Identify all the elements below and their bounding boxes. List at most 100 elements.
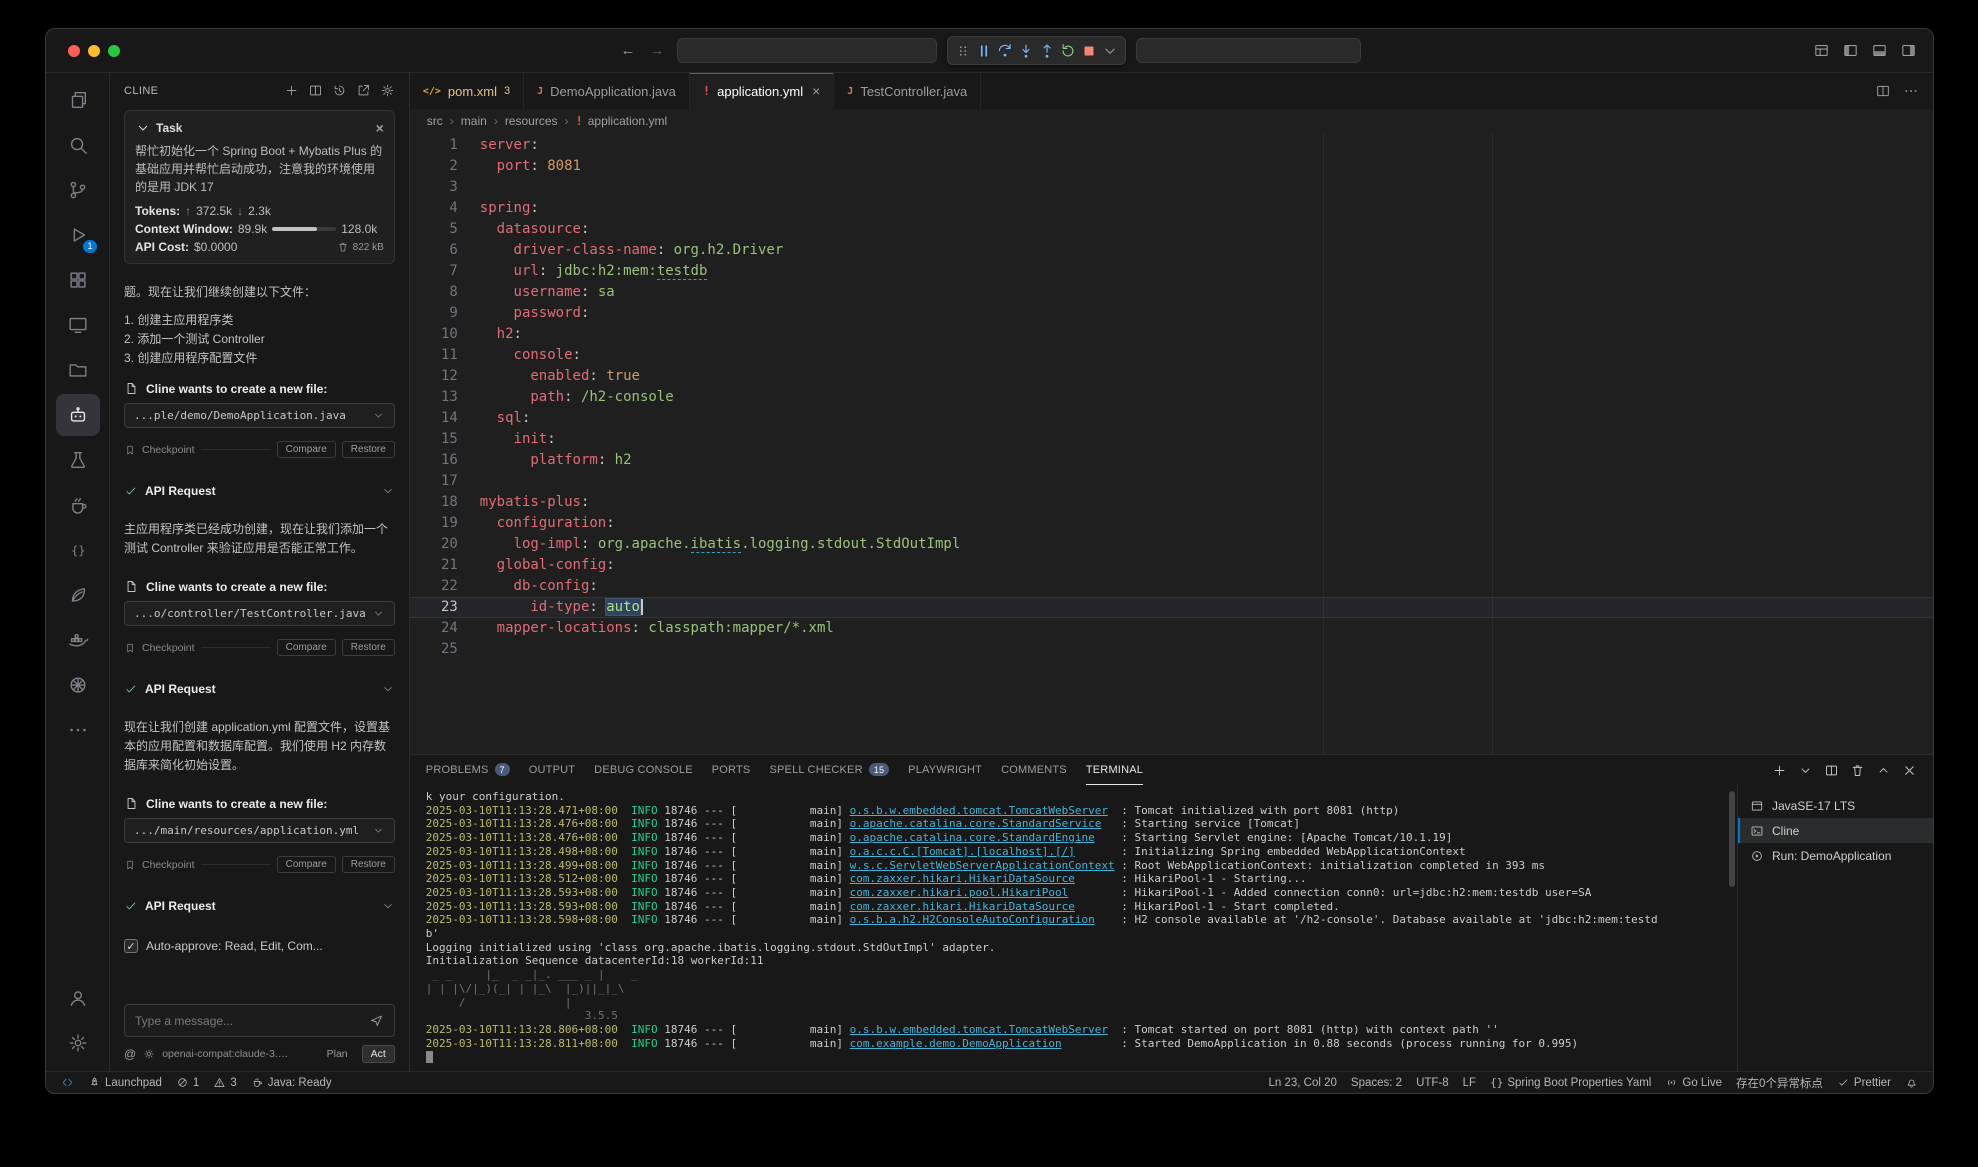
layout-panel-icon[interactable] (1871, 42, 1888, 59)
tab-pom.xml[interactable]: </>pom.xml3 (410, 73, 524, 109)
activity-item-explorer[interactable] (56, 79, 100, 121)
status-prettier[interactable]: Prettier (1830, 1072, 1898, 1093)
breadcrumb-item[interactable]: resources (505, 114, 558, 128)
activity-item-remote-explorer[interactable] (56, 304, 100, 346)
auto-approve-checkbox[interactable]: ✓ (124, 939, 138, 953)
restore-button[interactable]: Restore (342, 639, 395, 656)
history-icon[interactable] (332, 83, 347, 98)
debug-pause-button[interactable] (975, 42, 993, 60)
code-line[interactable]: 9 password: (410, 303, 1933, 324)
status-java-status[interactable]: Java: Ready (244, 1072, 339, 1093)
code-line[interactable]: 13 path: /h2-console (410, 387, 1933, 408)
panel-tab-debug-console[interactable]: DEBUG CONSOLE (594, 755, 693, 785)
activity-item-testing[interactable] (56, 439, 100, 481)
code-line[interactable]: 6 driver-class-name: org.h2.Driver (410, 240, 1933, 261)
layout-icon[interactable] (308, 83, 323, 98)
zoom-window-button[interactable] (108, 45, 120, 57)
activity-item-file-explorer[interactable] (56, 349, 100, 391)
act-mode-button[interactable]: Act (362, 1045, 395, 1063)
activity-item-docker[interactable] (56, 619, 100, 661)
navigate-forward-button[interactable]: → (648, 42, 667, 59)
terminal-instance-javase-17-lts[interactable]: JavaSE-17 LTS (1738, 793, 1933, 818)
status-eol[interactable]: LF (1456, 1072, 1483, 1093)
tab-DemoApplication.java[interactable]: JDemoApplication.java (524, 73, 690, 109)
terminal-output[interactable]: k your configuration.2025-03-10T11:13:28… (410, 785, 1727, 1071)
breadcrumb-item[interactable]: main (461, 114, 487, 128)
status-language-mode[interactable]: {}Spring Boot Properties Yaml (1483, 1072, 1658, 1093)
model-selector[interactable]: openai-compat:claude-3.5... (162, 1048, 292, 1060)
gear-icon[interactable] (143, 1048, 155, 1060)
code-line[interactable]: 14 sql: (410, 408, 1933, 429)
debug-step-into-button[interactable] (1017, 42, 1035, 60)
settings-icon[interactable] (380, 83, 395, 98)
compare-button[interactable]: Compare (277, 856, 336, 873)
customize-layout-icon[interactable] (1813, 42, 1830, 59)
plan-mode-button[interactable]: Plan (320, 1046, 355, 1062)
panel-tab-problems[interactable]: PROBLEMS7 (426, 755, 510, 785)
task-close-icon[interactable]: × (376, 120, 384, 136)
split-editor-icon[interactable] (1875, 83, 1891, 99)
code-line[interactable]: 24 mapper-locations: classpath:mapper/*.… (410, 618, 1933, 639)
activity-item-account[interactable] (56, 977, 100, 1019)
status-encoding[interactable]: UTF-8 (1409, 1072, 1456, 1093)
activity-item-settings[interactable] (56, 1022, 100, 1064)
maximize-panel-button[interactable] (1876, 763, 1891, 778)
close-panel-button[interactable] (1902, 763, 1917, 778)
activity-item-search[interactable] (56, 124, 100, 166)
activity-item-more[interactable] (56, 709, 100, 751)
file-path-dropdown[interactable]: ...o/controller/TestController.java (124, 601, 395, 626)
activity-item-extensions[interactable] (56, 259, 100, 301)
terminal-instance-cline[interactable]: Cline (1738, 818, 1933, 843)
close-tab-icon[interactable]: × (812, 83, 820, 99)
file-path-dropdown[interactable]: .../main/resources/application.yml (124, 818, 395, 843)
command-center-secondary[interactable] (1136, 38, 1361, 63)
code-line[interactable]: 19 configuration: (410, 513, 1933, 534)
code-line[interactable]: 16 platform: h2 (410, 450, 1933, 471)
editor[interactable]: 1server:2 port: 808134spring:5 datasourc… (410, 133, 1933, 754)
debug-drag-handle[interactable] (954, 42, 972, 60)
code-line[interactable]: 21 global-config: (410, 555, 1933, 576)
breadcrumb-item[interactable]: src (427, 114, 443, 128)
activity-item-json[interactable]: {} (56, 529, 100, 571)
code-line[interactable]: 7 url: jdbc:h2:mem:testdb (410, 261, 1933, 282)
close-window-button[interactable] (68, 45, 80, 57)
panel-tab-comments[interactable]: COMMENTS (1001, 755, 1067, 785)
status-errors[interactable]: 1 (169, 1072, 206, 1093)
code-line[interactable]: 4spring: (410, 198, 1933, 219)
code-line[interactable]: 5 datasource: (410, 219, 1933, 240)
new-terminal-button[interactable] (1772, 763, 1787, 778)
code-line[interactable]: 20 log-impl: org.apache.ibatis.logging.s… (410, 534, 1933, 555)
kill-terminal-button[interactable] (1850, 763, 1865, 778)
status-launchpad[interactable]: Launchpad (81, 1072, 169, 1093)
activity-item-spring-boot[interactable] (56, 574, 100, 616)
status-pangu-checker[interactable]: 存在0个异常标点 (1729, 1072, 1830, 1093)
panel-tab-playwright[interactable]: PLAYWRIGHT (908, 755, 982, 785)
activity-item-run-debug[interactable]: 1 (56, 214, 100, 256)
status-notifications[interactable] (1898, 1072, 1925, 1093)
code-line[interactable]: 11 console: (410, 345, 1933, 366)
debug-step-out-button[interactable] (1038, 42, 1056, 60)
debug-stop-button[interactable] (1080, 42, 1098, 60)
code-line[interactable]: 2 port: 8081 (410, 156, 1933, 177)
panel-tab-spell-checker[interactable]: SPELL CHECKER15 (769, 755, 889, 785)
terminal-profile-dropdown[interactable] (1798, 763, 1813, 778)
code-line[interactable]: 18mybatis-plus: (410, 492, 1933, 513)
api-request-row[interactable]: API Request (124, 484, 395, 498)
activity-item-java[interactable] (56, 484, 100, 526)
terminal-instance-run-demoapplication[interactable]: Run: DemoApplication (1738, 843, 1933, 868)
panel-tab-output[interactable]: OUTPUT (529, 755, 575, 785)
debug-more-button[interactable] (1101, 42, 1119, 60)
terminal-scrollbar[interactable] (1727, 785, 1737, 1071)
activity-item-source-control[interactable] (56, 169, 100, 211)
minimize-window-button[interactable] (88, 45, 100, 57)
debug-step-over-button[interactable] (996, 42, 1014, 60)
layout-sidebar-left-icon[interactable] (1842, 42, 1859, 59)
status-cursor-position[interactable]: Ln 23, Col 20 (1261, 1072, 1343, 1093)
restore-button[interactable]: Restore (342, 441, 395, 458)
open-external-icon[interactable] (356, 83, 371, 98)
code-line[interactable]: 25 (410, 639, 1933, 660)
navigate-back-button[interactable]: ← (619, 42, 638, 59)
send-icon[interactable] (369, 1013, 384, 1028)
code-line[interactable]: 22 db-config: (410, 576, 1933, 597)
task-collapse-icon[interactable] (135, 120, 151, 136)
